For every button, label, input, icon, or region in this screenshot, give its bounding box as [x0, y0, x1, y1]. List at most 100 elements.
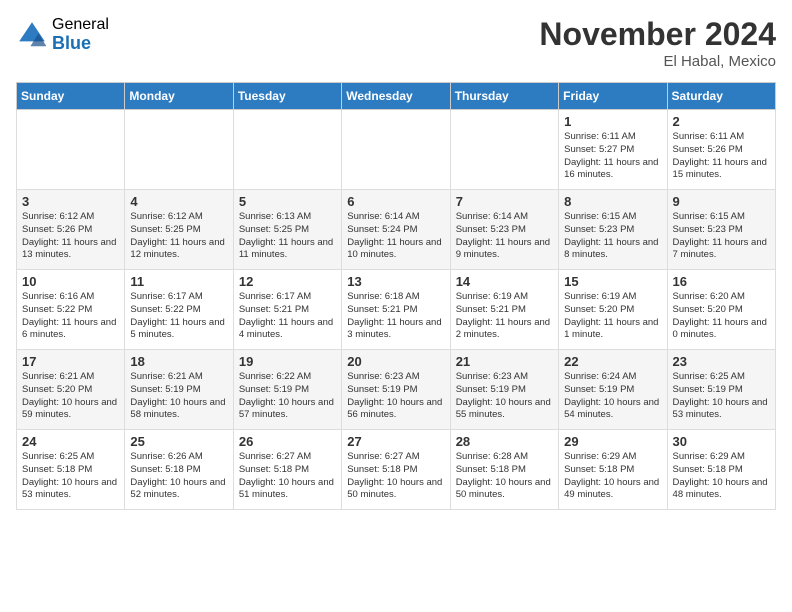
calendar-week-row: 3 Sunrise: 6:12 AM Sunset: 5:26 PM Daylig…: [17, 190, 776, 270]
day-number: 19: [239, 354, 336, 369]
calendar-table: SundayMondayTuesdayWednesdayThursdayFrid…: [16, 82, 776, 510]
day-info: Sunrise: 6:14 AM Sunset: 5:23 PM Dayligh…: [456, 211, 553, 262]
day-number: 18: [130, 354, 227, 369]
calendar-day-cell: [233, 110, 341, 190]
calendar-day-cell: 12Sunrise: 6:17 AM Sunset: 5:21 PM Dayli…: [233, 270, 341, 350]
calendar-day-cell: 2 Sunrise: 6:11 AM Sunset: 5:26 PM Daylig…: [667, 110, 775, 190]
calendar-day-cell: 13 Sunrise: 6:18 AM Sunset: 5:21 PM Dayli…: [342, 270, 450, 350]
calendar-day-cell: 22Sunrise: 6:24 AM Sunset: 5:19 PM Dayli…: [559, 350, 667, 430]
calendar-day-cell: 28Sunrise: 6:28 AM Sunset: 5:18 PM Dayli…: [450, 430, 558, 510]
calendar-day-cell: 3 Sunrise: 6:12 AM Sunset: 5:26 PM Daylig…: [17, 190, 125, 270]
day-info: Sunrise: 6:23 AM Sunset: 5:19 PM Dayligh…: [347, 371, 444, 422]
day-info: Sunrise: 6:22 AM Sunset: 5:19 PM Dayligh…: [239, 371, 336, 422]
day-info: Sunrise: 6:15 AM Sunset: 5:23 PM Dayligh…: [673, 211, 770, 262]
day-number: 30: [673, 434, 770, 449]
day-number: 11: [130, 274, 227, 289]
day-info: Sunrise: 6:11 AM Sunset: 5:27 PM Dayligh…: [564, 131, 661, 182]
day-number: 22: [564, 354, 661, 369]
day-number: 27: [347, 434, 444, 449]
day-info: Sunrise: 6:28 AM Sunset: 5:18 PM Dayligh…: [456, 451, 553, 502]
day-info: Sunrise: 6:17 AM Sunset: 5:22 PM Dayligh…: [130, 291, 227, 342]
day-number: 9: [673, 194, 770, 209]
day-number: 12: [239, 274, 336, 289]
day-info: Sunrise: 6:26 AM Sunset: 5:18 PM Dayligh…: [130, 451, 227, 502]
day-number: 3: [22, 194, 119, 209]
day-number: 6: [347, 194, 444, 209]
calendar-day-cell: 1 Sunrise: 6:11 AM Sunset: 5:27 PM Daylig…: [559, 110, 667, 190]
calendar-week-row: 10 Sunrise: 6:16 AM Sunset: 5:22 PM Dayli…: [17, 270, 776, 350]
day-info: Sunrise: 6:21 AM Sunset: 5:20 PM Dayligh…: [22, 371, 119, 422]
day-number: 24: [22, 434, 119, 449]
day-number: 17: [22, 354, 119, 369]
day-info: Sunrise: 6:12 AM Sunset: 5:25 PM Dayligh…: [130, 211, 227, 262]
day-info: Sunrise: 6:29 AM Sunset: 5:18 PM Dayligh…: [564, 451, 661, 502]
day-info: Sunrise: 6:29 AM Sunset: 5:18 PM Dayligh…: [673, 451, 770, 502]
day-info: Sunrise: 6:27 AM Sunset: 5:18 PM Dayligh…: [239, 451, 336, 502]
weekday-header-cell: Sunday: [17, 83, 125, 110]
day-info: Sunrise: 6:19 AM Sunset: 5:21 PM Dayligh…: [456, 291, 553, 342]
day-number: 2: [673, 114, 770, 129]
calendar-day-cell: 16 Sunrise: 6:20 AM Sunset: 5:20 PM Dayli…: [667, 270, 775, 350]
day-info: Sunrise: 6:23 AM Sunset: 5:19 PM Dayligh…: [456, 371, 553, 422]
title-block: November 2024 El Habal, Mexico: [539, 16, 776, 70]
calendar-week-row: 17 Sunrise: 6:21 AM Sunset: 5:20 PM Dayli…: [17, 350, 776, 430]
calendar-day-cell: 17 Sunrise: 6:21 AM Sunset: 5:20 PM Dayli…: [17, 350, 125, 430]
calendar-day-cell: 27Sunrise: 6:27 AM Sunset: 5:18 PM Dayli…: [342, 430, 450, 510]
weekday-header-cell: Wednesday: [342, 83, 450, 110]
calendar-week-row: 1 Sunrise: 6:11 AM Sunset: 5:27 PM Daylig…: [17, 110, 776, 190]
day-info: Sunrise: 6:12 AM Sunset: 5:26 PM Dayligh…: [22, 211, 119, 262]
calendar-body: 1 Sunrise: 6:11 AM Sunset: 5:27 PM Daylig…: [17, 110, 776, 510]
calendar-day-cell: 4 Sunrise: 6:12 AM Sunset: 5:25 PM Daylig…: [125, 190, 233, 270]
calendar-day-cell: 29 Sunrise: 6:29 AM Sunset: 5:18 PM Dayli…: [559, 430, 667, 510]
day-number: 13: [347, 274, 444, 289]
calendar-day-cell: 5Sunrise: 6:13 AM Sunset: 5:25 PM Daylig…: [233, 190, 341, 270]
calendar-day-cell: 30 Sunrise: 6:29 AM Sunset: 5:18 PM Dayli…: [667, 430, 775, 510]
calendar-day-cell: 6 Sunrise: 6:14 AM Sunset: 5:24 PM Daylig…: [342, 190, 450, 270]
calendar-day-cell: 10 Sunrise: 6:16 AM Sunset: 5:22 PM Dayli…: [17, 270, 125, 350]
calendar-day-cell: 18 Sunrise: 6:21 AM Sunset: 5:19 PM Dayli…: [125, 350, 233, 430]
day-number: 10: [22, 274, 119, 289]
calendar-day-cell: [125, 110, 233, 190]
day-number: 16: [673, 274, 770, 289]
calendar-day-cell: 14 Sunrise: 6:19 AM Sunset: 5:21 PM Dayli…: [450, 270, 558, 350]
day-number: 14: [456, 274, 553, 289]
month-title: November 2024: [539, 16, 776, 53]
day-number: 25: [130, 434, 227, 449]
calendar-day-cell: 21 Sunrise: 6:23 AM Sunset: 5:19 PM Dayli…: [450, 350, 558, 430]
day-number: 15: [564, 274, 661, 289]
logo-blue: Blue: [52, 34, 109, 54]
page-header: General Blue November 2024 El Habal, Mex…: [16, 16, 776, 70]
logo-text: General Blue: [52, 16, 109, 53]
calendar-day-cell: 19 Sunrise: 6:22 AM Sunset: 5:19 PM Dayli…: [233, 350, 341, 430]
weekday-header-row: SundayMondayTuesdayWednesdayThursdayFrid…: [17, 83, 776, 110]
day-info: Sunrise: 6:20 AM Sunset: 5:20 PM Dayligh…: [673, 291, 770, 342]
day-info: Sunrise: 6:25 AM Sunset: 5:18 PM Dayligh…: [22, 451, 119, 502]
day-number: 4: [130, 194, 227, 209]
day-number: 23: [673, 354, 770, 369]
logo: General Blue: [16, 16, 109, 53]
day-number: 8: [564, 194, 661, 209]
calendar-day-cell: [17, 110, 125, 190]
day-number: 7: [456, 194, 553, 209]
logo-general: General: [52, 16, 109, 34]
day-number: 29: [564, 434, 661, 449]
day-info: Sunrise: 6:21 AM Sunset: 5:19 PM Dayligh…: [130, 371, 227, 422]
weekday-header-cell: Saturday: [667, 83, 775, 110]
day-info: Sunrise: 6:19 AM Sunset: 5:20 PM Dayligh…: [564, 291, 661, 342]
calendar-day-cell: 15 Sunrise: 6:19 AM Sunset: 5:20 PM Dayli…: [559, 270, 667, 350]
day-number: 20: [347, 354, 444, 369]
day-number: 1: [564, 114, 661, 129]
weekday-header-cell: Tuesday: [233, 83, 341, 110]
calendar-day-cell: 8 Sunrise: 6:15 AM Sunset: 5:23 PM Daylig…: [559, 190, 667, 270]
day-info: Sunrise: 6:18 AM Sunset: 5:21 PM Dayligh…: [347, 291, 444, 342]
weekday-header-cell: Thursday: [450, 83, 558, 110]
weekday-header-cell: Friday: [559, 83, 667, 110]
day-info: Sunrise: 6:16 AM Sunset: 5:22 PM Dayligh…: [22, 291, 119, 342]
day-info: Sunrise: 6:15 AM Sunset: 5:23 PM Dayligh…: [564, 211, 661, 262]
day-info: Sunrise: 6:11 AM Sunset: 5:26 PM Dayligh…: [673, 131, 770, 182]
logo-icon: [16, 19, 48, 51]
day-info: Sunrise: 6:14 AM Sunset: 5:24 PM Dayligh…: [347, 211, 444, 262]
location: El Habal, Mexico: [539, 53, 776, 70]
calendar-day-cell: [450, 110, 558, 190]
day-number: 21: [456, 354, 553, 369]
